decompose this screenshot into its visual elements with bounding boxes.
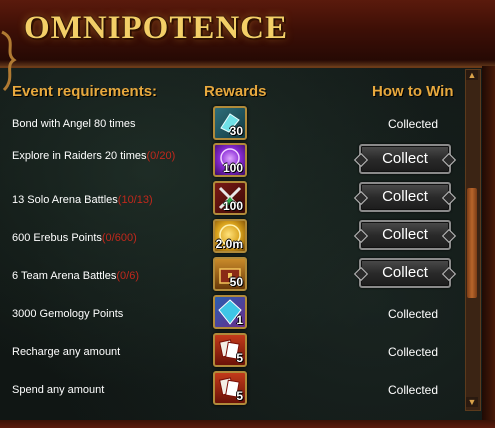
collect-button-label: Collect	[382, 264, 428, 281]
requirement-row-7: Spend any amount	[12, 383, 202, 398]
requirement-text: 3000 Gemology Points	[12, 308, 124, 320]
collected-status: Collected	[387, 345, 439, 359]
collect-button[interactable]: Collect	[353, 144, 457, 174]
panel-frame-right	[482, 66, 495, 428]
reward-count: 5	[236, 351, 243, 365]
collected-status: Collected	[387, 117, 439, 131]
collect-button[interactable]: Collect	[353, 182, 457, 212]
scrollbar-thumb[interactable]	[467, 188, 477, 298]
requirement-text: 600 Erebus Points	[12, 232, 102, 244]
requirement-row-6: Recharge any amount	[12, 345, 202, 360]
collect-button-label: Collect	[382, 150, 428, 167]
reward-count: 50	[229, 275, 243, 289]
reward-count: 2.0m	[215, 237, 243, 251]
requirement-progress: (10/13)	[117, 194, 153, 206]
requirement-text: 13 Solo Arena Battles	[12, 194, 118, 206]
requirement-text: Spend any amount	[12, 384, 105, 396]
requirement-progress: (0/6)	[116, 270, 139, 282]
requirement-row-3: 600 Erebus Points(0/600)	[12, 231, 202, 246]
collect-button[interactable]: Collect	[353, 258, 457, 288]
reward-slot[interactable]: 50	[213, 257, 247, 291]
requirement-row-5: 3000 Gemology Points	[12, 307, 202, 322]
reward-slot[interactable]: 100	[213, 143, 247, 177]
scroll-up-arrow-icon[interactable]: ▲	[466, 70, 478, 80]
rewards-header: Rewards	[204, 83, 267, 100]
collect-button-label: Collect	[382, 188, 428, 205]
reward-count: 30	[229, 124, 243, 138]
requirement-row-0: Bond with Angel 80 times	[12, 117, 202, 132]
panel-frame-bottom	[0, 420, 495, 428]
requirement-progress: (0/20)	[146, 150, 176, 162]
reward-count: 5	[236, 389, 243, 403]
reward-slot[interactable]: 100	[213, 181, 247, 215]
collected-status: Collected	[387, 383, 439, 397]
reward-count: 100	[222, 199, 243, 213]
requirement-row-1: Explore in Raiders 20 times(0/20)	[12, 149, 202, 164]
requirement-row-2: 13 Solo Arena Battles(10/13)	[12, 193, 202, 208]
how-to-win-header: How to Win	[372, 83, 454, 100]
collected-status: Collected	[387, 307, 439, 321]
collect-button[interactable]: Collect	[353, 220, 457, 250]
reward-slot[interactable]: 1	[213, 295, 247, 329]
scroll-down-arrow-icon[interactable]: ▼	[466, 397, 478, 407]
event-title: OMNIPOTENCE	[24, 10, 289, 46]
reward-count: 1	[236, 313, 243, 327]
title-banner: OMNIPOTENCE	[0, 0, 495, 68]
requirement-text: 6 Team Arena Battles	[12, 270, 117, 282]
requirement-text: Explore in Raiders 20 times	[12, 150, 147, 162]
event-panel: OMNIPOTENCE Event requirements: Rewards …	[0, 0, 495, 428]
reward-slot[interactable]: 5	[213, 371, 247, 405]
requirement-text: Recharge any amount	[12, 346, 121, 358]
requirement-text: Bond with Angel 80 times	[12, 118, 136, 130]
requirements-header: Event requirements:	[12, 83, 158, 100]
collect-button-label: Collect	[382, 226, 428, 243]
reward-slot[interactable]: 30	[213, 106, 247, 140]
reward-slot[interactable]: 5	[213, 333, 247, 367]
reward-slot[interactable]: 2.0m	[213, 219, 247, 253]
requirement-progress: (0/600)	[101, 232, 137, 244]
requirement-row-4: 6 Team Arena Battles(0/6)	[12, 269, 202, 284]
reward-count: 100	[222, 161, 243, 175]
